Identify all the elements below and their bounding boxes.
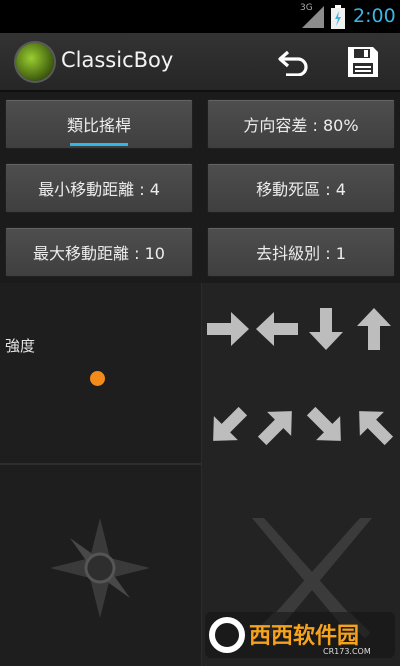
selected-indicator: [70, 143, 128, 146]
app-logo-icon: [16, 43, 54, 81]
direction-tolerance-label: 方向容差 : 80%: [243, 116, 359, 135]
min-move-distance-button[interactable]: 最小移動距離 : 4: [5, 163, 193, 213]
dead-zone-label: 移動死區 : 4: [256, 180, 346, 199]
min-move-distance-label: 最小移動距離 : 4: [38, 180, 160, 199]
arrow-down-icon[interactable]: [303, 306, 349, 352]
watermark-text: 西西软件园: [249, 623, 359, 649]
clock: 2:00: [353, 5, 396, 27]
debounce-level-button[interactable]: 去抖級別 : 1: [207, 227, 395, 277]
analog-stick-pad[interactable]: 強度: [0, 283, 202, 666]
dead-zone-button[interactable]: 移動死區 : 4: [207, 163, 395, 213]
arrow-up-right-icon[interactable]: [254, 403, 300, 449]
arrow-up-left-icon[interactable]: [351, 403, 397, 449]
direction-pad: [202, 283, 400, 666]
panel-divider: [0, 463, 201, 465]
status-bar: 3G 2:00: [0, 0, 400, 33]
watermark-sub: CR173.COM: [323, 647, 371, 656]
max-move-distance-button[interactable]: 最大移動距離 : 10: [5, 227, 193, 277]
arrow-right-icon[interactable]: [205, 306, 251, 352]
direction-tolerance-button[interactable]: 方向容差 : 80%: [207, 99, 395, 149]
arrow-left-icon[interactable]: [254, 306, 300, 352]
save-icon[interactable]: [346, 45, 380, 79]
analog-stick-label: 類比搖桿: [66, 116, 131, 135]
action-bar: ClassicBoy: [0, 33, 400, 92]
arrow-down-right-icon[interactable]: [303, 403, 349, 449]
debounce-level-label: 去抖級別 : 1: [256, 244, 346, 263]
stick-position-dot[interactable]: [90, 371, 105, 386]
battery-icon: [331, 5, 345, 29]
max-move-distance-label: 最大移動距離 : 10: [33, 244, 165, 263]
strength-label: 強度: [5, 337, 36, 355]
arrow-up-icon[interactable]: [351, 306, 397, 352]
analog-stick-button[interactable]: 類比搖桿: [5, 99, 193, 149]
undo-icon[interactable]: [278, 48, 310, 76]
arrow-down-left-icon[interactable]: [205, 403, 251, 449]
watermark-logo: 西西软件园 CR173.COM: [205, 612, 395, 658]
signal-icon: [302, 6, 324, 28]
app-title: ClassicBoy: [61, 48, 174, 72]
compass-icon: [50, 518, 150, 618]
